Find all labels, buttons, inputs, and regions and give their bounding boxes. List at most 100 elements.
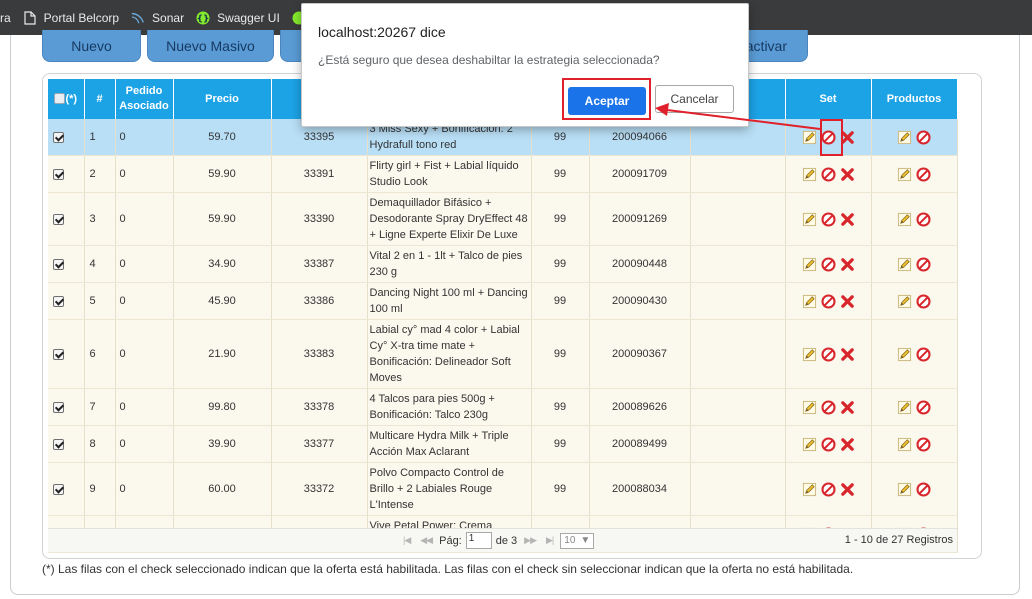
header-check-label: (*) [65,92,78,105]
edit-icon[interactable] [897,482,912,497]
edit-icon[interactable] [897,257,912,272]
edit-icon[interactable] [802,167,817,182]
next-page-icon[interactable]: ▶▶ [524,535,537,546]
cell-precio: 34.90 [173,245,272,283]
edit-icon[interactable] [897,294,912,309]
first-page-icon[interactable]: |◀ [403,535,411,546]
delete-icon[interactable] [840,347,855,362]
table-row[interactable]: 7 0 99.80 33378 4 Talcos para pies 500g + Bo… [48,388,958,426]
cell-set [785,388,872,426]
nuevo-masivo-button[interactable]: Nuevo Masivo [147,30,274,62]
bookmark-partial[interactable]: ra [0,0,17,35]
cell-codigo: 33390 [271,192,368,246]
row-enabled-checkbox[interactable] [53,131,64,143]
cell-chk [48,282,85,320]
disable-icon[interactable] [916,399,931,415]
edit-icon[interactable] [897,437,912,452]
disable-icon[interactable] [820,211,836,227]
disable-icon[interactable] [820,399,836,415]
chevron-down-icon: ▼ [580,535,591,546]
edit-icon[interactable] [897,347,912,362]
edit-icon[interactable] [802,482,817,497]
page-label: Pág: [439,534,462,547]
page-size-select[interactable]: 10 ▼ [560,532,595,549]
cell-chk [48,462,85,516]
table-row[interactable]: 9 0 60.00 33372 Polvo Compacto Control de Br… [48,462,958,516]
cell-qty: 99 [531,388,590,426]
edit-icon[interactable] [897,167,912,182]
disable-icon[interactable] [820,346,836,362]
row-enabled-checkbox[interactable] [53,295,64,307]
edit-icon[interactable] [802,130,817,145]
disable-icon[interactable] [916,436,931,452]
disable-icon[interactable] [916,166,931,182]
delete-icon[interactable] [840,294,855,309]
cell-qty: 99 [531,282,590,320]
edit-icon[interactable] [802,347,817,362]
cell-set [785,192,872,246]
disable-icon[interactable] [820,166,836,182]
cell-extra [690,462,786,516]
cell-cuv: 200089499 [589,425,691,463]
cell-num: 4 [84,245,116,283]
row-enabled-checkbox[interactable] [53,401,64,413]
row-enabled-checkbox[interactable] [53,213,64,225]
disable-icon[interactable] [916,346,931,362]
row-enabled-checkbox[interactable] [53,438,64,450]
cell-pedido: 0 [115,245,174,283]
disable-icon[interactable] [820,256,836,272]
prev-page-icon[interactable]: ◀◀ [420,535,433,546]
row-enabled-checkbox[interactable] [53,483,64,495]
row-enabled-checkbox[interactable] [53,348,64,360]
delete-icon[interactable] [840,167,855,182]
header-precio: Precio [173,79,272,119]
table-row[interactable]: 5 0 45.90 33386 Dancing Night 100 ml + Danci… [48,282,958,320]
edit-icon[interactable] [802,400,817,415]
edit-icon[interactable] [802,257,817,272]
delete-icon[interactable] [840,257,855,272]
disable-icon[interactable] [916,256,931,272]
cell-prod [871,192,958,246]
table-row[interactable]: 3 0 59.90 33390 Demaquillador Bifásico + Des… [48,192,958,246]
table-row[interactable]: 8 0 39.90 33377 Multicare Hydra Milk + Tripl… [48,425,958,463]
row-enabled-checkbox[interactable] [53,258,64,270]
delete-icon[interactable] [840,482,855,497]
hidden-action-button[interactable] [280,30,302,62]
disable-icon[interactable] [820,481,836,497]
disable-icon[interactable] [916,293,931,309]
table-row[interactable]: 6 0 21.90 33383 Labial cy° mad 4 color + Lab… [48,319,958,389]
header-pedido: Pedido Asociado [115,79,174,119]
last-page-icon[interactable]: ▶| [546,535,554,546]
disable-icon[interactable] [820,293,836,309]
disable-icon[interactable] [916,129,931,145]
disable-icon[interactable] [916,481,931,497]
cell-set [785,462,872,516]
highlight-disable-icon-box [820,119,843,156]
delete-icon[interactable] [840,400,855,415]
edit-icon[interactable] [897,400,912,415]
cell-pedido: 0 [115,388,174,426]
cancelar-button[interactable]: Cancelar [655,85,734,113]
select-all-checkbox[interactable] [54,93,66,105]
delete-icon[interactable] [840,437,855,452]
delete-icon[interactable] [840,212,855,227]
edit-icon[interactable] [802,212,817,227]
nuevo-button[interactable]: Nuevo [42,30,141,62]
header-productos: Productos [871,79,958,119]
edit-icon[interactable] [802,437,817,452]
disable-icon[interactable] [916,211,931,227]
table-row[interactable]: 4 0 34.90 33387 Vital 2 en 1 - 1lt + Talco d… [48,245,958,283]
cell-num: 6 [84,319,116,389]
edit-icon[interactable] [802,294,817,309]
page: ra Portal Belcorp Sonar {} Swagger UI Nu… [0,0,1032,599]
bookmark-label: Swagger UI [217,10,280,25]
page-input[interactable]: 1 [465,532,492,549]
edit-icon[interactable] [897,212,912,227]
cell-prod [871,425,958,463]
header-check[interactable]: (*) [48,79,85,119]
edit-icon[interactable] [897,130,912,145]
table-row[interactable]: 2 0 59.90 33391 Flirty girl + Fist + Labial … [48,155,958,193]
row-enabled-checkbox[interactable] [53,168,64,180]
disable-icon[interactable] [820,436,836,452]
cell-precio: 60.00 [173,462,272,516]
